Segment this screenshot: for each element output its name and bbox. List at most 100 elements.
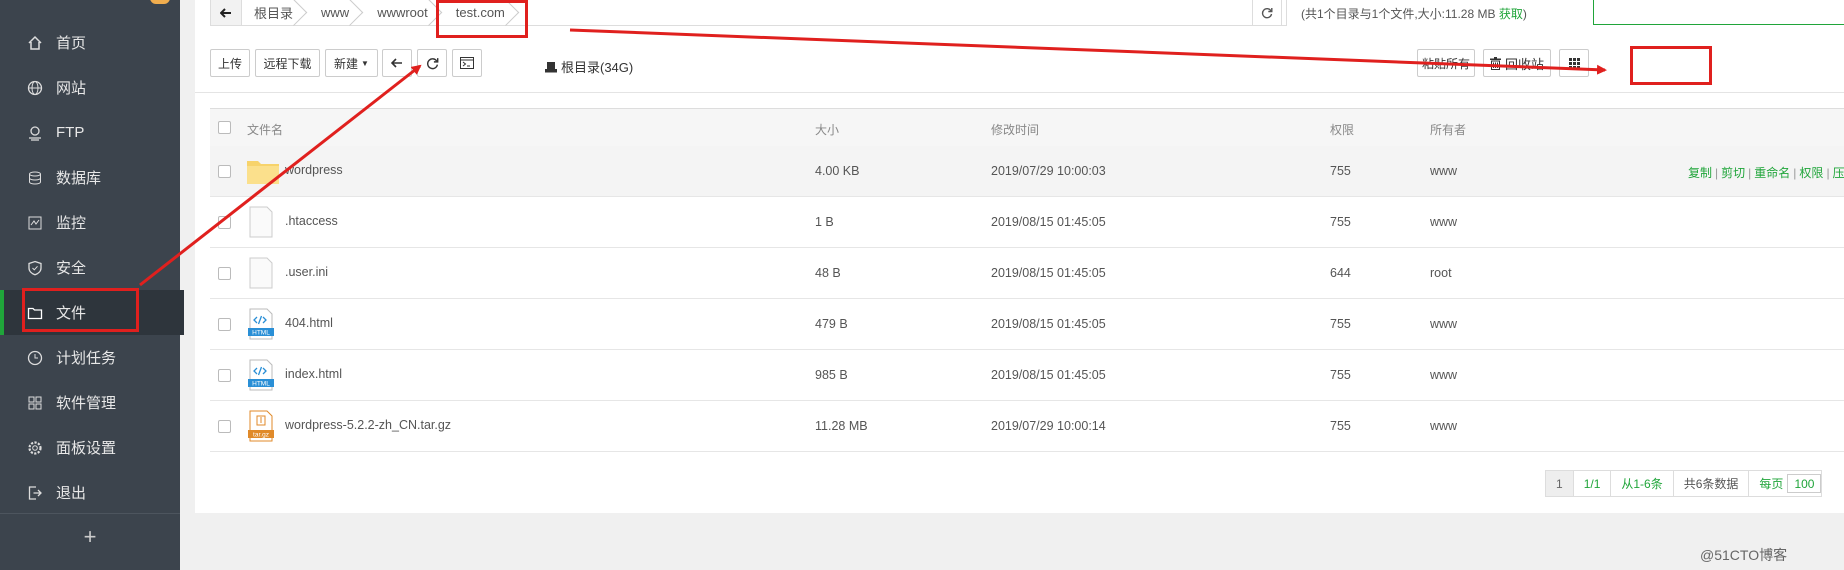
table-row[interactable]: HTML index.html 985 B 2019/08/15 01:45:05 75… [210,350,1844,401]
breadcrumb-root[interactable]: 根目录 [242,0,309,25]
clock-icon [26,349,44,367]
back-dir-button[interactable] [382,49,412,77]
refresh-path-button[interactable] [1252,0,1282,26]
sidebar-item-10[interactable]: 退出 [0,470,180,515]
refresh-list-button[interactable] [417,49,447,77]
per-page-label: 每页 [1759,477,1784,491]
sidebar-item-label: 安全 [56,260,87,277]
row-action-0[interactable]: 复制 [1688,166,1712,180]
header-permission[interactable]: 权限 [1330,121,1354,138]
grid-icon [26,394,44,412]
recycle-bin-button[interactable]: 回收站 [1483,49,1551,77]
header-size[interactable]: 大小 [815,121,839,138]
sidebar-item-8[interactable]: 软件管理 [0,380,180,425]
database-icon [26,169,44,187]
file-mtime: 2019/07/29 10:00:03 [991,164,1106,178]
file-name-link[interactable]: index.html [285,367,342,381]
table-row[interactable]: .user.ini 48 B 2019/08/15 01:45:05 644 root [210,248,1844,299]
sidebar-item-9[interactable]: 面板设置 [0,425,180,470]
file-name-link[interactable]: wordpress-5.2.2-zh_CN.tar.gz [285,418,451,432]
svg-text:tar.gz: tar.gz [253,432,269,439]
row-checkbox[interactable] [218,165,231,178]
row-action-2[interactable]: 重命名 [1754,166,1790,180]
file-owner: www [1430,419,1458,433]
per-page-select[interactable]: 100 [1787,474,1822,493]
new-dropdown-button[interactable]: 新建 ▼ [325,49,378,77]
trash-icon [1489,56,1501,70]
row-checkbox[interactable] [218,216,231,229]
file-mtime: 2019/08/15 01:45:05 [991,317,1106,331]
select-all-checkbox[interactable] [218,121,231,134]
grid-view-icon [1568,57,1580,69]
search-input[interactable] [1593,0,1844,25]
sidebar-item-3[interactable]: 数据库 [0,155,180,200]
shield-icon [26,259,44,277]
view-toggle-button[interactable] [1559,49,1589,77]
file-permission[interactable]: 755 [1330,317,1351,331]
back-button[interactable] [211,0,242,25]
file-permission[interactable]: 644 [1330,266,1351,280]
action-separator: | [1748,166,1752,180]
file-name-link[interactable]: .htaccess [285,214,338,228]
file-permission[interactable]: 755 [1330,164,1351,178]
add-shortcut-button[interactable]: + [0,513,180,559]
table-row[interactable]: .htaccess 1 B 2019/08/15 01:45:05 755 www [210,197,1844,248]
file-size: 985 B [815,368,848,382]
table-row[interactable]: wordpress 4.00 KB 2019/07/29 10:00:03 755 ww… [210,146,1844,197]
breadcrumb-www[interactable]: www [309,0,365,25]
file-size: 48 B [815,266,841,280]
remote-download-button[interactable]: 远程下载 [255,49,320,77]
file-icon [247,206,275,241]
paste-all-button[interactable]: 粘贴所有 [1417,49,1475,77]
row-action-3[interactable]: 权限 [1799,166,1823,180]
total-count: 共6条数据 [1674,471,1750,496]
header-filename[interactable]: 文件名 [247,121,283,138]
header-owner[interactable]: 所有者 [1430,121,1466,138]
table-row[interactable]: HTML 404.html 479 B 2019/08/15 01:45:05 755 w… [210,299,1844,350]
sidebar-item-7[interactable]: 计划任务 [0,335,180,380]
file-permission[interactable]: 755 [1330,215,1351,229]
sidebar-item-1[interactable]: 网站 [0,65,180,110]
table-row[interactable]: tar.gz wordpress-5.2.2-zh_CN.tar.gz 11.28 … [210,401,1844,452]
action-separator: | [1715,166,1719,180]
row-checkbox[interactable] [218,369,231,382]
file-name-link[interactable]: wordpress [285,163,343,177]
row-checkbox[interactable] [218,267,231,280]
row-checkbox[interactable] [218,420,231,433]
row-action-4[interactable]: 压缩 [1833,166,1844,180]
sidebar-item-5[interactable]: 安全 [0,245,180,290]
sidebar-item-2[interactable]: FTP [0,110,180,155]
sidebar-item-0[interactable]: 首页 [0,20,180,65]
logout-icon [26,484,44,502]
svg-text:HTML: HTML [252,330,270,337]
get-size-link[interactable]: 获取 [1499,7,1523,21]
file-mtime: 2019/07/29 10:00:14 [991,419,1106,433]
upload-button[interactable]: 上传 [210,49,250,77]
sidebar-item-label: 数据库 [56,170,102,187]
arrow-left-icon [220,7,231,18]
file-permission[interactable]: 755 [1330,368,1351,382]
file-name-link[interactable]: .user.ini [285,265,328,279]
file-owner: www [1430,164,1458,178]
directory-summary: (共1个目录与1个文件,大小:11.28 MB 获取) [1301,5,1527,22]
row-action-1[interactable]: 剪切 [1721,166,1745,180]
file-size: 4.00 KB [815,164,860,178]
sidebar-item-label: 面板设置 [56,440,117,457]
header-mtime[interactable]: 修改时间 [991,121,1039,138]
terminal-button[interactable] [452,49,482,77]
row-checkbox[interactable] [218,318,231,331]
file-name-link[interactable]: 404.html [285,316,333,330]
breadcrumb-wwwroot[interactable]: wwwroot [365,0,444,25]
pagination: 1 1/1 从1-6条 共6条数据 每页 100 [1545,470,1823,497]
file-permission[interactable]: 755 [1330,419,1351,433]
file-owner: www [1430,368,1458,382]
sidebar-item-4[interactable]: 监控 [0,200,180,245]
page-count: 1/1 [1574,471,1612,496]
path-bar: 根目录 www wwwroot test.com [210,0,1287,26]
file-mtime: 2019/08/15 01:45:05 [991,215,1106,229]
refresh-icon [426,57,438,69]
disk-selector[interactable]: 根目录(34G) [545,57,633,76]
new-label: 新建 [334,56,359,71]
html-file-icon: HTML [247,308,275,343]
ftp-icon [26,124,44,142]
